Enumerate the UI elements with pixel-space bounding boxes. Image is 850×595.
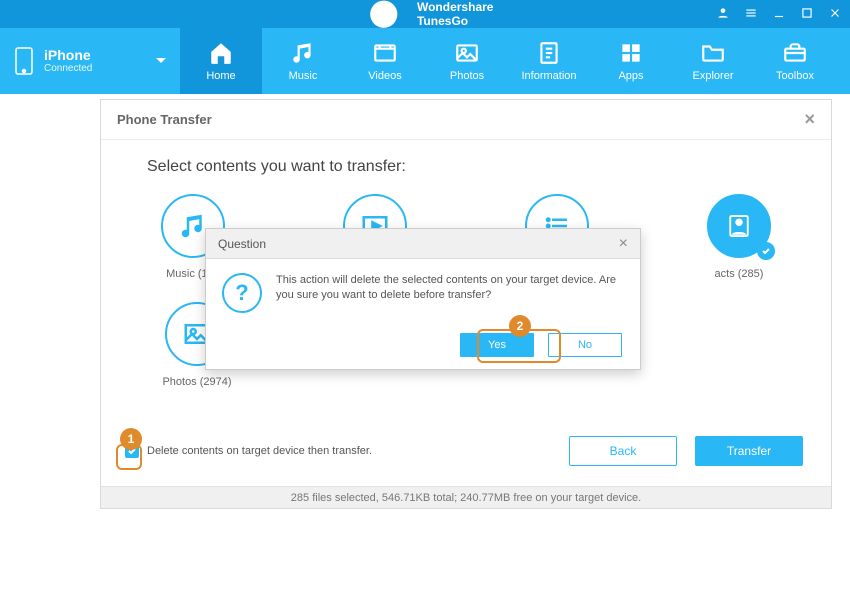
nav-label: Music bbox=[289, 70, 318, 82]
nav-explorer[interactable]: Explorer bbox=[672, 28, 754, 94]
nav-label: Toolbox bbox=[776, 70, 814, 82]
nav-home[interactable]: Home bbox=[180, 28, 262, 94]
nav-toolbox[interactable]: Toolbox bbox=[754, 28, 836, 94]
delete-option-label: Delete contents on target device then tr… bbox=[147, 445, 372, 457]
nav-label: Home bbox=[206, 70, 235, 82]
check-badge-icon bbox=[757, 242, 775, 260]
checkbox-checked-icon[interactable] bbox=[125, 444, 139, 458]
window-titlebar: Wondershare TunesGo bbox=[0, 0, 850, 28]
device-status: Connected bbox=[44, 63, 92, 74]
dialog-title: Question bbox=[218, 237, 266, 251]
panel-title: Phone Transfer bbox=[117, 112, 212, 127]
category-label: acts (285) bbox=[715, 268, 764, 280]
category-label: Photos (2974) bbox=[162, 376, 231, 388]
apps-icon bbox=[618, 40, 644, 66]
back-button[interactable]: Back bbox=[569, 436, 677, 466]
no-button[interactable]: No bbox=[548, 333, 622, 357]
photos-icon bbox=[454, 40, 480, 66]
nav-apps[interactable]: Apps bbox=[590, 28, 672, 94]
status-bar: 285 files selected, 546.71KB total; 240.… bbox=[101, 486, 831, 508]
folder-icon bbox=[700, 40, 726, 66]
delete-before-transfer-option[interactable]: Delete contents on target device then tr… bbox=[125, 444, 372, 458]
device-selector[interactable]: iPhone Connected bbox=[0, 28, 180, 94]
close-icon[interactable] bbox=[828, 6, 842, 23]
info-icon bbox=[536, 40, 562, 66]
nav-label: Information bbox=[521, 70, 576, 82]
nav-label: Apps bbox=[618, 70, 643, 82]
app-logo-icon bbox=[357, 0, 411, 41]
music-icon bbox=[290, 40, 316, 66]
question-mark-icon: ? bbox=[222, 273, 262, 313]
panel-close-icon[interactable]: × bbox=[804, 109, 815, 130]
toolbox-icon bbox=[782, 40, 808, 66]
device-name: iPhone bbox=[44, 48, 92, 63]
home-icon bbox=[208, 40, 234, 66]
chevron-down-icon bbox=[156, 56, 166, 66]
nav-label: Videos bbox=[368, 70, 401, 82]
videos-icon bbox=[372, 40, 398, 66]
nav-label: Explorer bbox=[693, 70, 734, 82]
category-contacts[interactable]: acts (285) bbox=[693, 194, 785, 280]
contacts-category-icon bbox=[724, 211, 754, 241]
transfer-button[interactable]: Transfer bbox=[695, 436, 803, 466]
yes-button[interactable]: Yes bbox=[460, 333, 534, 357]
dialog-message: This action will delete the selected con… bbox=[276, 273, 624, 313]
maximize-icon[interactable] bbox=[800, 6, 814, 23]
user-icon[interactable] bbox=[716, 6, 730, 23]
nav-music[interactable]: Music bbox=[262, 28, 344, 94]
app-title-text: Wondershare TunesGo bbox=[417, 0, 493, 28]
phone-icon bbox=[14, 46, 34, 76]
dialog-close-icon[interactable]: × bbox=[619, 235, 628, 253]
status-text: 285 files selected, 546.71KB total; 240.… bbox=[291, 492, 641, 504]
app-title: Wondershare TunesGo bbox=[357, 0, 494, 41]
panel-heading: Select contents you want to transfer: bbox=[147, 158, 785, 176]
menu-icon[interactable] bbox=[744, 6, 758, 23]
minimize-icon[interactable] bbox=[772, 6, 786, 23]
nav-information[interactable]: Information bbox=[508, 28, 590, 94]
question-dialog: Question × ? This action will delete the… bbox=[205, 228, 641, 370]
nav-label: Photos bbox=[450, 70, 484, 82]
music-category-icon bbox=[178, 211, 208, 241]
